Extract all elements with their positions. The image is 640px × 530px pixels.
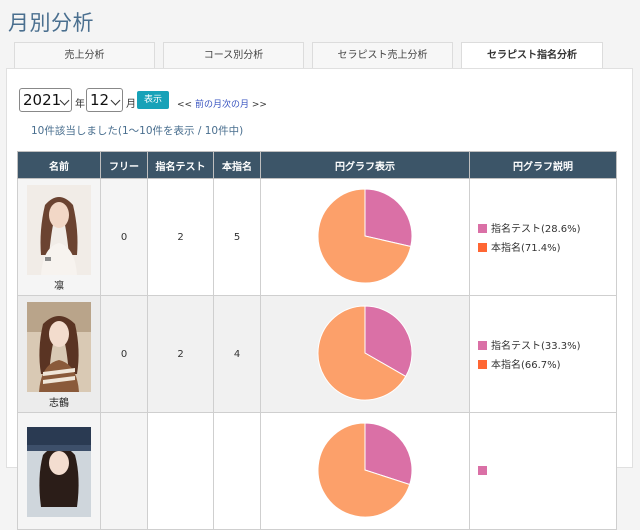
col-header-pie: 円グラフ表示 <box>260 151 470 179</box>
table-header-row: 名前 フリー 指名テスト 本指名 円グラフ表示 円グラフ説明 <box>17 151 617 179</box>
nomination-test-count: 2 <box>147 178 214 296</box>
legend-nomination: 本指名(71.4%) <box>478 239 616 254</box>
tab-sales-analysis[interactable]: 売上分析 <box>14 42 155 68</box>
table-row <box>17 412 617 530</box>
nomination-test-count: 2 <box>147 295 214 413</box>
month-unit: 月 <box>126 99 136 110</box>
year-unit: 年 <box>75 99 85 110</box>
pie-chart <box>317 187 413 283</box>
tab-course-analysis[interactable]: コース別分析 <box>163 42 304 68</box>
legend-swatch-nomination <box>478 243 487 252</box>
legend-swatch-test <box>478 465 487 475</box>
pie-chart <box>317 421 413 517</box>
year-select[interactable]: 2021 <box>19 88 72 112</box>
nomination-test-count <box>147 412 214 530</box>
table-row: 志鶴 0 2 4 指名テスト(33.3%) 本指名(66.7%) <box>17 295 617 413</box>
prev-month-nav: << 前の月 <box>177 97 222 110</box>
show-button[interactable]: 表示 <box>137 91 169 109</box>
therapist-photo[interactable] <box>27 185 91 275</box>
pie-cell <box>260 295 470 413</box>
pie-legend: 指名テスト(33.3%) 本指名(66.7%) <box>469 295 617 413</box>
therapist-name: 志鶴 <box>49 398 69 409</box>
table-row: 凛 0 2 5 指名テスト(28.6%) 本指名(71.4%) <box>17 178 617 296</box>
therapist-name: 凛 <box>54 281 64 292</box>
nomination-count: 5 <box>213 178 261 296</box>
free-count: 0 <box>100 178 148 296</box>
legend-text-test: 指名テスト(28.6%) <box>491 224 581 235</box>
month-value: 12 <box>90 91 110 109</box>
legend-text-nomination: 本指名(71.4%) <box>491 243 561 254</box>
col-header-nomination-test: 指名テスト <box>147 151 214 179</box>
prev-month-link[interactable]: 前の月 <box>195 100 222 110</box>
pie-chart <box>317 304 413 400</box>
nomination-count <box>213 412 261 530</box>
month-select[interactable]: 12 <box>86 88 123 112</box>
col-header-free: フリー <box>100 151 148 179</box>
legend-swatch-nomination <box>478 360 487 369</box>
tab-therapist-nomination[interactable]: セラピスト指名分析 <box>461 42 603 70</box>
result-count: 10件該当しました(1～10件を表示 / 10件中) <box>31 125 244 137</box>
legend-nomination-test <box>478 465 616 477</box>
legend-nomination: 本指名(66.7%) <box>478 356 616 371</box>
chevron-down-icon <box>110 95 121 106</box>
legend-text-test: 指名テスト(33.3%) <box>491 341 581 352</box>
next-arrows: >> <box>251 100 267 110</box>
therapist-photo[interactable] <box>27 302 91 392</box>
legend-text-nomination: 本指名(66.7%) <box>491 360 561 371</box>
legend-swatch-test <box>478 341 487 350</box>
legend-nomination-test: 指名テスト(33.3%) <box>478 337 616 352</box>
analysis-table: 名前 フリー 指名テスト 本指名 円グラフ表示 円グラフ説明 凛 0 2 5 指… <box>17 151 617 530</box>
legend-nomination-test: 指名テスト(28.6%) <box>478 220 616 235</box>
therapist-cell: 凛 <box>17 178 101 296</box>
therapist-photo[interactable] <box>27 426 91 517</box>
col-header-name: 名前 <box>17 151 101 179</box>
nomination-count: 4 <box>213 295 261 413</box>
pie-cell <box>260 412 470 530</box>
prev-arrows: << <box>177 100 193 110</box>
pie-legend: 指名テスト(28.6%) 本指名(71.4%) <box>469 178 617 296</box>
free-count: 0 <box>100 295 148 413</box>
therapist-cell: 志鶴 <box>17 295 101 413</box>
free-count <box>100 412 148 530</box>
pie-legend <box>469 412 617 530</box>
next-month-nav: 次の月 >> <box>222 97 267 110</box>
therapist-cell <box>17 412 101 530</box>
next-month-link[interactable]: 次の月 <box>222 100 249 110</box>
legend-swatch-test <box>478 224 487 233</box>
col-header-pie-desc: 円グラフ説明 <box>469 151 617 179</box>
pie-cell <box>260 178 470 296</box>
page-title: 月別分析 <box>8 11 94 35</box>
col-header-nomination: 本指名 <box>213 151 261 179</box>
tab-therapist-sales[interactable]: セラピスト売上分析 <box>312 42 453 68</box>
year-value: 2021 <box>23 91 62 109</box>
